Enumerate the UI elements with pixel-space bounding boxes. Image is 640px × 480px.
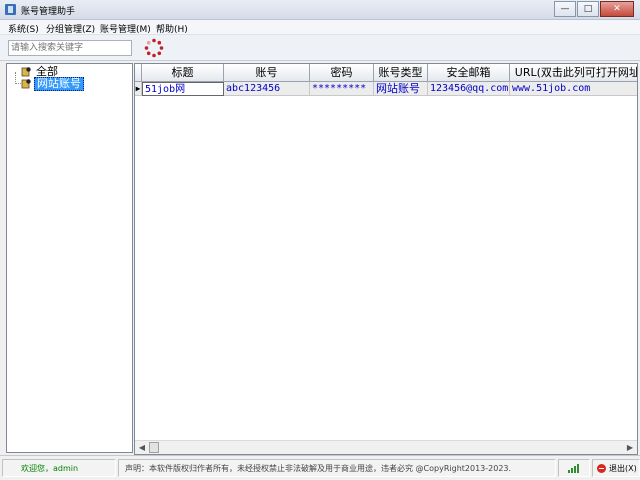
window-controls: — □ ✕ bbox=[553, 1, 634, 17]
group-folder-icon bbox=[21, 67, 31, 77]
menu-account-manage[interactable]: 账号管理(M) bbox=[100, 22, 151, 35]
grid-header: 标题 账号 密码 账号类型 安全邮箱 URL(双击此列可打开网址) bbox=[135, 64, 637, 82]
exit-icon bbox=[597, 464, 606, 473]
title-bar: 账号管理助手 — □ ✕ bbox=[0, 0, 640, 20]
column-header-account[interactable]: 账号 bbox=[224, 64, 310, 82]
signal-bars-icon bbox=[568, 464, 579, 473]
status-user-panel: 欢迎您，admin bbox=[2, 459, 116, 477]
menu-bar: 系统(S) 分组管理(Z) 账号管理(M) 帮助(H) bbox=[0, 20, 640, 35]
status-bar: 欢迎您，admin 声明：本软件版权归作者所有，未经授权禁止非法破解及用于商业用… bbox=[0, 455, 640, 480]
cell-email[interactable]: 123456@qq.com bbox=[428, 82, 510, 96]
column-header-url[interactable]: URL(双击此列可打开网址) bbox=[510, 64, 637, 82]
app-icon bbox=[5, 4, 16, 15]
loading-spinner-icon bbox=[144, 38, 164, 58]
tree-node-website-accounts[interactable]: 网站账号 bbox=[21, 76, 84, 91]
table-row[interactable]: ▶ 51job网 abc123456 ********* 网站账号 123456… bbox=[135, 82, 637, 96]
window-title: 账号管理助手 bbox=[21, 7, 76, 17]
cell-account[interactable]: abc123456 bbox=[224, 82, 310, 96]
cell-title[interactable]: 51job网 bbox=[142, 82, 224, 96]
exit-label: 退出(X) bbox=[609, 464, 637, 473]
close-button[interactable]: ✕ bbox=[600, 1, 634, 17]
search-input[interactable] bbox=[8, 40, 132, 56]
group-tree: 全部 网站账号 bbox=[6, 63, 133, 453]
menu-help[interactable]: 帮助(H) bbox=[156, 22, 188, 35]
group-folder-icon bbox=[21, 79, 31, 89]
menu-system[interactable]: 系统(S) bbox=[8, 22, 39, 35]
minimize-button[interactable]: — bbox=[554, 1, 576, 17]
status-user-text: 欢迎您，admin bbox=[21, 464, 79, 473]
toolbar bbox=[0, 35, 640, 61]
scroll-left-icon[interactable]: ◀ bbox=[135, 441, 149, 454]
header-indicator bbox=[135, 64, 142, 82]
cell-url[interactable]: www.51job.com bbox=[510, 82, 637, 96]
account-grid: 标题 账号 密码 账号类型 安全邮箱 URL(双击此列可打开网址) ▶ 51jo… bbox=[134, 63, 638, 455]
column-header-password[interactable]: 密码 bbox=[310, 64, 374, 82]
row-indicator-icon: ▶ bbox=[135, 82, 142, 96]
tree-node-label: 网站账号 bbox=[34, 76, 84, 91]
column-header-title[interactable]: 标题 bbox=[142, 64, 224, 82]
status-signal-panel bbox=[558, 459, 590, 477]
scroll-right-icon[interactable]: ▶ bbox=[623, 441, 637, 454]
cell-type[interactable]: 网站账号 bbox=[374, 82, 428, 96]
scroll-thumb[interactable] bbox=[149, 442, 159, 453]
menu-group-manage[interactable]: 分组管理(Z) bbox=[46, 22, 95, 35]
status-notice-text: 声明：本软件版权归作者所有，未经授权禁止非法破解及用于商业用途，违者必究 @Co… bbox=[125, 464, 512, 473]
exit-button[interactable]: 退出(X) bbox=[592, 459, 640, 477]
horizontal-scrollbar[interactable]: ◀ ▶ bbox=[135, 440, 637, 454]
status-notice-panel: 声明：本软件版权归作者所有，未经授权禁止非法破解及用于商业用途，违者必究 @Co… bbox=[118, 459, 556, 477]
column-header-type[interactable]: 账号类型 bbox=[374, 64, 428, 82]
cell-password[interactable]: ********* bbox=[310, 82, 374, 96]
maximize-button[interactable]: □ bbox=[577, 1, 599, 17]
column-header-email[interactable]: 安全邮箱 bbox=[428, 64, 510, 82]
